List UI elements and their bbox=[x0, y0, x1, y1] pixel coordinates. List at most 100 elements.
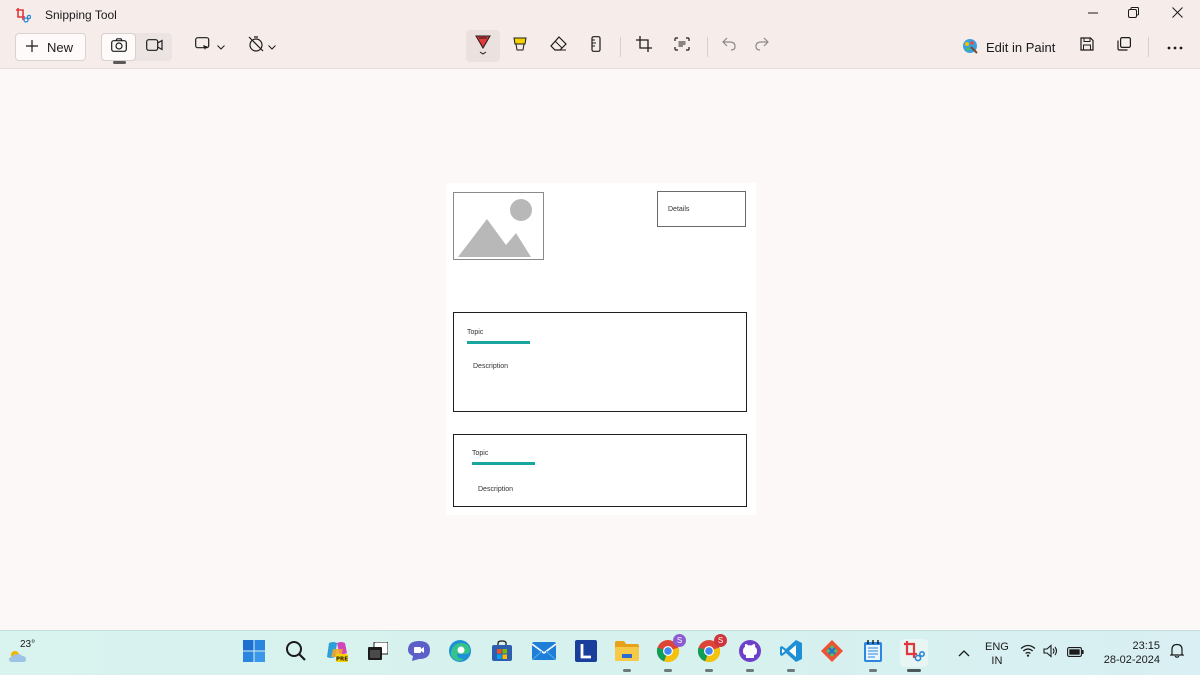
git-extension-icon bbox=[820, 639, 844, 668]
undo-button[interactable] bbox=[715, 30, 743, 62]
copilot-icon: PRE bbox=[325, 639, 349, 668]
toolbar-divider bbox=[1148, 37, 1149, 57]
file-explorer-button[interactable] bbox=[613, 639, 641, 672]
windows-logo-icon bbox=[243, 639, 265, 667]
delay-dropdown[interactable] bbox=[244, 30, 280, 62]
weather-temperature: 23° bbox=[20, 639, 36, 650]
title-bar: Snipping Tool bbox=[0, 0, 1200, 30]
edge-icon bbox=[448, 639, 472, 668]
ruler-button[interactable] bbox=[582, 30, 610, 62]
region-code: IN bbox=[991, 655, 1003, 667]
running-indicator bbox=[869, 669, 877, 672]
l-app-button[interactable] bbox=[572, 639, 600, 667]
copy-button[interactable] bbox=[1110, 30, 1138, 62]
video-mode-button[interactable] bbox=[137, 33, 172, 61]
task-view-button[interactable] bbox=[364, 639, 392, 667]
chevron-down-icon bbox=[217, 37, 225, 55]
bell-icon bbox=[1169, 643, 1185, 663]
minimize-icon bbox=[1088, 5, 1098, 23]
close-icon bbox=[1171, 5, 1183, 23]
search-icon bbox=[285, 640, 307, 667]
window-title: Snipping Tool bbox=[45, 8, 117, 22]
start-button[interactable] bbox=[240, 639, 268, 667]
edit-in-paint-button[interactable]: Edit in Paint bbox=[962, 33, 1055, 61]
card-accent-line bbox=[467, 341, 530, 344]
chrome-profile-button[interactable]: S bbox=[695, 634, 727, 672]
text-actions-icon bbox=[674, 36, 690, 56]
close-button[interactable] bbox=[1155, 0, 1199, 28]
text-actions-button[interactable] bbox=[668, 30, 696, 62]
save-button[interactable] bbox=[1073, 30, 1101, 62]
running-indicator bbox=[623, 669, 631, 672]
new-button[interactable]: New bbox=[15, 33, 86, 61]
restore-icon bbox=[1127, 5, 1139, 23]
highlighter-button[interactable] bbox=[506, 30, 534, 62]
notepad-button[interactable] bbox=[859, 639, 887, 672]
undo-icon bbox=[722, 37, 736, 56]
crop-button[interactable] bbox=[630, 30, 658, 62]
toolbar: New Edit in Paint bbox=[0, 30, 1200, 69]
highlighter-icon bbox=[512, 36, 528, 57]
toolbar-divider bbox=[620, 37, 621, 57]
copilot-button[interactable]: PRE bbox=[323, 639, 351, 667]
card-description: Description bbox=[478, 486, 514, 493]
card-accent-line bbox=[472, 462, 535, 465]
edit-in-paint-label: Edit in Paint bbox=[986, 39, 1056, 55]
notifications-button[interactable] bbox=[1163, 639, 1191, 667]
store-button[interactable] bbox=[488, 639, 516, 667]
eraser-button[interactable] bbox=[544, 30, 572, 62]
plus-icon bbox=[26, 39, 38, 55]
mail-button[interactable] bbox=[530, 639, 558, 667]
l-app-icon bbox=[575, 639, 597, 667]
teams-chat-button[interactable] bbox=[405, 639, 433, 667]
github-desktop-button[interactable] bbox=[736, 639, 764, 672]
store-icon bbox=[491, 639, 513, 667]
clock-time: 23:15 bbox=[1132, 640, 1160, 652]
weather-widget[interactable]: 23° bbox=[8, 639, 40, 667]
battery-icon bbox=[1067, 644, 1084, 662]
clock-date: 28-02-2024 bbox=[1103, 654, 1160, 666]
redo-icon bbox=[755, 37, 769, 56]
running-indicator bbox=[746, 669, 754, 672]
screenshot-mode-button[interactable] bbox=[101, 33, 136, 64]
clock[interactable]: 23:15 28-02-2024 bbox=[1098, 639, 1160, 667]
minimize-button[interactable] bbox=[1071, 0, 1115, 28]
vscode-icon bbox=[779, 639, 803, 668]
github-desktop-icon bbox=[738, 639, 762, 668]
vscode-button[interactable] bbox=[777, 639, 805, 672]
ruler-icon bbox=[591, 35, 601, 57]
edge-button[interactable] bbox=[446, 639, 474, 667]
save-icon bbox=[1080, 36, 1094, 56]
capture-mode-toggle bbox=[101, 33, 172, 64]
snipping-tool-taskbar-button[interactable] bbox=[900, 639, 928, 672]
snip-shape-dropdown[interactable] bbox=[190, 30, 230, 62]
volume-icon bbox=[1043, 643, 1060, 663]
pen-icon bbox=[475, 33, 491, 60]
captured-screenshot[interactable]: Details Topic Description Topic Descript… bbox=[446, 183, 756, 515]
git-extension-button[interactable] bbox=[818, 639, 846, 667]
new-button-label: New bbox=[47, 39, 74, 55]
running-indicator bbox=[705, 669, 713, 672]
search-button[interactable] bbox=[282, 639, 310, 667]
more-options-icon bbox=[1167, 37, 1183, 55]
timer-off-icon bbox=[248, 35, 264, 57]
profile-badge: S bbox=[673, 634, 686, 647]
chrome-button[interactable]: S bbox=[654, 634, 686, 672]
card-topic: Topic bbox=[467, 329, 484, 336]
copy-icon bbox=[1117, 36, 1132, 56]
wifi-icon bbox=[1020, 644, 1036, 662]
restore-button[interactable] bbox=[1111, 0, 1155, 28]
paint-icon bbox=[962, 38, 978, 57]
toolbar-divider bbox=[707, 37, 708, 57]
input-language-indicator[interactable]: ENG IN bbox=[985, 640, 1009, 668]
quick-settings-button[interactable] bbox=[1020, 639, 1084, 667]
crop-icon bbox=[636, 35, 652, 57]
redo-button[interactable] bbox=[748, 30, 776, 62]
show-hidden-icons-button[interactable] bbox=[950, 639, 978, 667]
rectangle-snip-icon bbox=[195, 36, 213, 56]
ballpoint-pen-button[interactable] bbox=[466, 30, 500, 62]
details-label: Details bbox=[668, 206, 690, 213]
notepad-icon bbox=[863, 639, 883, 668]
see-more-button[interactable] bbox=[1161, 30, 1189, 62]
card-description: Description bbox=[473, 363, 509, 370]
